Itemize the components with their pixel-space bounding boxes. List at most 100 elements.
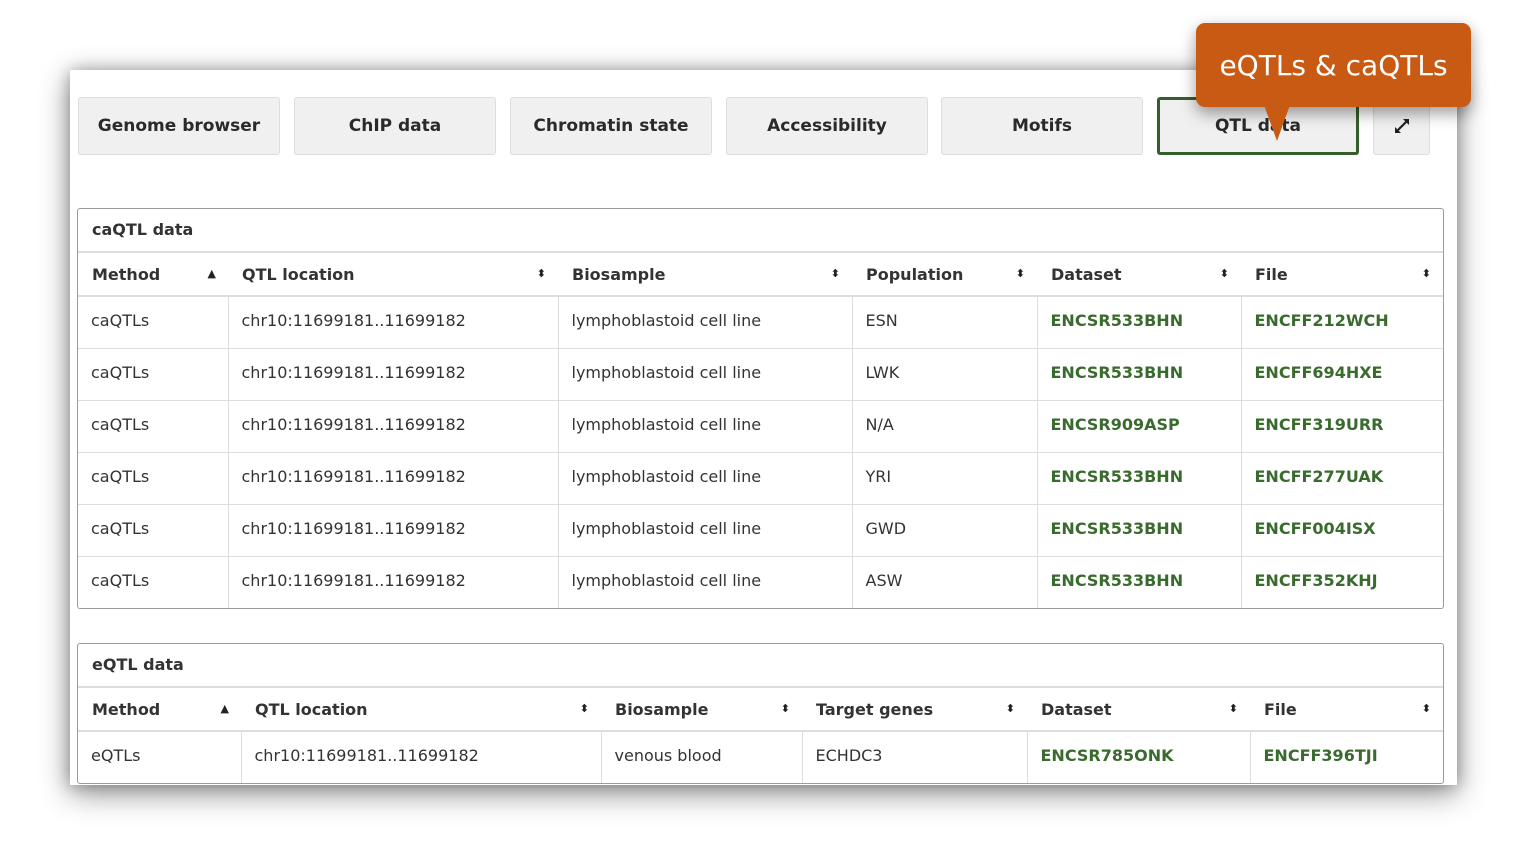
table-cell: caQTLs — [78, 504, 228, 557]
column-header-label: File — [1255, 264, 1288, 284]
eqtl-table: Method ▲ QTL location ⬍ Biosample ⬍ Target gen… — [78, 688, 1443, 783]
table-cell: caQTLs — [78, 296, 228, 349]
qtl-viewer-window: Genome browser ChIP data Chromatin state… — [70, 70, 1457, 785]
table-cell: caQTLs — [78, 452, 228, 505]
column-header-label: Method — [92, 264, 161, 284]
table-row: caQTLs chr10:11699181..11699182 lymphoblas… — [78, 348, 1443, 401]
table-cell: chr10:11699181..11699182 — [227, 556, 558, 608]
expand-arrows-icon — [1394, 119, 1409, 133]
dataset-link[interactable]: ENCSR533BHN — [1036, 452, 1241, 505]
sort-both-icon[interactable]: ⬍ — [1016, 268, 1025, 279]
table-cell: caQTLs — [78, 348, 228, 401]
column-header[interactable]: Target genes ⬍ — [802, 688, 1027, 732]
eqtl-panel-title: eQTL data — [78, 644, 1443, 688]
tab-genome-browser[interactable]: Genome browser — [78, 97, 280, 155]
column-header-label: Target genes — [816, 699, 934, 719]
tab-chip-data[interactable]: ChIP data — [294, 97, 496, 155]
column-header[interactable]: File ⬍ — [1250, 688, 1443, 732]
column-header-label: Biosample — [572, 264, 666, 284]
column-header[interactable]: Dataset ⬍ — [1027, 688, 1250, 732]
table-cell: venous blood — [600, 731, 802, 783]
sort-both-icon[interactable]: ⬍ — [1229, 703, 1238, 714]
table-cell: ASW — [851, 556, 1037, 608]
table-row: eQTLs chr10:11699181..11699182 venous bloo… — [78, 731, 1443, 783]
sort-both-icon[interactable]: ⬍ — [580, 703, 589, 714]
table-cell: ESN — [851, 296, 1037, 349]
dataset-link[interactable]: ENCSR785ONK — [1026, 731, 1250, 783]
sort-both-icon[interactable]: ⬍ — [1422, 268, 1431, 279]
dataset-link[interactable]: ENCSR533BHN — [1036, 296, 1241, 349]
file-link[interactable]: ENCFF396TJI — [1249, 731, 1443, 783]
sort-both-icon[interactable]: ⬍ — [1220, 268, 1229, 279]
dataset-link[interactable]: ENCSR909ASP — [1036, 400, 1241, 453]
caqtl-panel: caQTL data Method ▲ QTL location ⬍ Biosample… — [77, 208, 1444, 609]
column-header[interactable]: Method ▲ — [78, 253, 228, 297]
table-cell: N/A — [851, 400, 1037, 453]
column-header-label: QTL location — [242, 264, 355, 284]
table-row: caQTLs chr10:11699181..11699182 lymphoblas… — [78, 504, 1443, 557]
dataset-link[interactable]: ENCSR533BHN — [1036, 556, 1241, 608]
column-header[interactable]: Population ⬍ — [852, 253, 1037, 297]
table-row: caQTLs chr10:11699181..11699182 lymphoblas… — [78, 556, 1443, 608]
file-link[interactable]: ENCFF004ISX — [1240, 504, 1443, 557]
column-header-label: QTL location — [255, 699, 368, 719]
table-cell: lymphoblastoid cell line — [557, 400, 852, 453]
table-cell: lymphoblastoid cell line — [557, 504, 852, 557]
table-cell: lymphoblastoid cell line — [557, 452, 852, 505]
tab-motifs[interactable]: Motifs — [941, 97, 1143, 155]
column-header[interactable]: QTL location ⬍ — [228, 253, 558, 297]
column-header[interactable]: QTL location ⬍ — [241, 688, 601, 732]
table-cell: chr10:11699181..11699182 — [227, 504, 558, 557]
table-cell: chr10:11699181..11699182 — [240, 731, 601, 783]
table-cell: chr10:11699181..11699182 — [227, 452, 558, 505]
column-header-label: File — [1264, 699, 1297, 719]
table-cell: caQTLs — [91, 570, 150, 590]
column-header[interactable]: Biosample ⬍ — [558, 253, 852, 297]
sort-ascending-icon[interactable]: ▲ — [208, 268, 216, 279]
table-row: caQTLs chr10:11699181..11699182 lymphoblas… — [78, 296, 1443, 349]
sort-ascending-icon[interactable]: ▲ — [221, 703, 229, 714]
file-link[interactable]: ENCFF212WCH — [1240, 296, 1443, 349]
tab-chromatin-state[interactable]: Chromatin state — [510, 97, 712, 155]
table-row: caQTLs chr10:11699181..11699182 lymphoblas… — [78, 400, 1443, 453]
table-cell: caQTLs — [78, 400, 228, 453]
table-cell: lymphoblastoid cell line — [557, 296, 852, 349]
table-cell: chr10:11699181..11699182 — [227, 348, 558, 401]
file-link[interactable]: ENCFF352KHJ — [1240, 556, 1443, 608]
sort-both-icon[interactable]: ⬍ — [781, 703, 790, 714]
file-link[interactable]: ENCFF694HXE — [1240, 348, 1443, 401]
column-header-label: Dataset — [1041, 699, 1112, 719]
qtl-tooltip: eQTLs & caQTLs — [1196, 23, 1471, 141]
column-header[interactable]: Biosample ⬍ — [601, 688, 802, 732]
caqtl-panel-title: caQTL data — [78, 209, 1443, 253]
table-cell: lymphoblastoid cell line — [557, 556, 852, 608]
table-cell: YRI — [851, 452, 1037, 505]
column-header[interactable]: Method ▲ — [78, 688, 241, 732]
sort-both-icon[interactable]: ⬍ — [831, 268, 840, 279]
column-header[interactable]: Dataset ⬍ — [1037, 253, 1241, 297]
dataset-link[interactable]: ENCSR533BHN — [1036, 348, 1241, 401]
tooltip-text: eQTLs & caQTLs — [1219, 48, 1448, 82]
eqtl-panel: eQTL data Method ▲ QTL location ⬍ Biosample ⬍… — [77, 643, 1444, 784]
file-link[interactable]: ENCFF319URR — [1240, 400, 1443, 453]
column-header-label: Method — [92, 699, 161, 719]
table-row: caQTLs chr10:11699181..11699182 lymphoblas… — [78, 452, 1443, 505]
sort-both-icon[interactable]: ⬍ — [537, 268, 546, 279]
column-header-label: Population — [866, 264, 964, 284]
table-cell: GWD — [851, 504, 1037, 557]
table-cell: ECHDC3 — [801, 731, 1027, 783]
column-header-label: Dataset — [1051, 264, 1122, 284]
sort-both-icon[interactable]: ⬍ — [1422, 703, 1431, 714]
caqtl-table: Method ▲ QTL location ⬍ Biosample ⬍ Population… — [78, 253, 1443, 608]
column-header[interactable]: File ⬍ — [1241, 253, 1443, 297]
dataset-link[interactable]: ENCSR533BHN — [1036, 504, 1241, 557]
table-cell: LWK — [851, 348, 1037, 401]
file-link[interactable]: ENCFF277UAK — [1240, 452, 1443, 505]
tab-accessibility[interactable]: Accessibility — [726, 97, 928, 155]
sort-both-icon[interactable]: ⬍ — [1006, 703, 1015, 714]
column-header-label: Biosample — [615, 699, 709, 719]
table-cell: lymphoblastoid cell line — [557, 348, 852, 401]
table-cell: eQTLs — [91, 746, 141, 765]
table-cell: chr10:11699181..11699182 — [227, 400, 558, 453]
table-cell: chr10:11699181..11699182 — [227, 296, 558, 349]
